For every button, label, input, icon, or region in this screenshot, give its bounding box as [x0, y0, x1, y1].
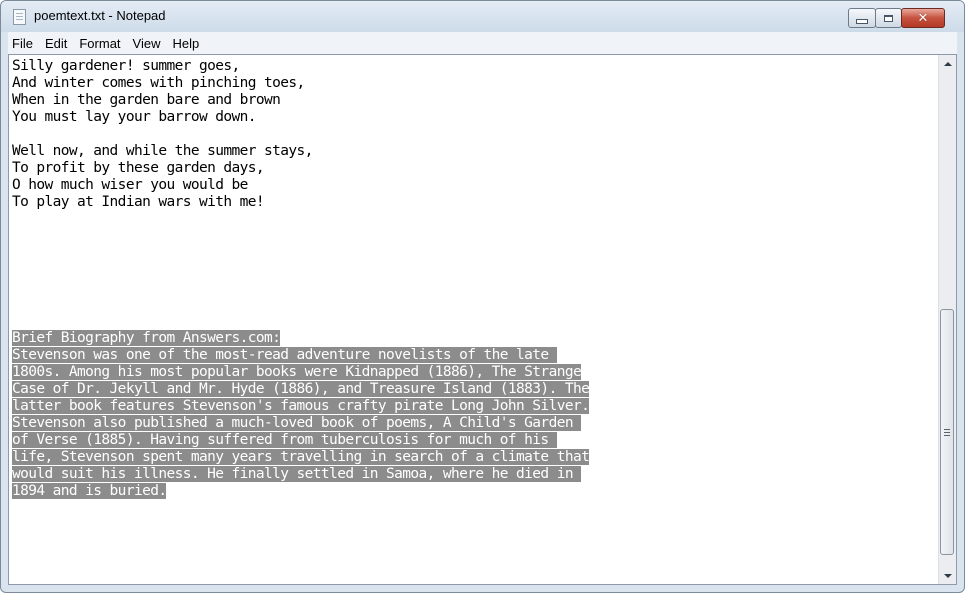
text-line	[12, 211, 939, 228]
line-text: And winter comes with pinching toes,	[12, 75, 305, 91]
menu-view[interactable]: View	[127, 36, 167, 51]
scroll-up-arrow-icon	[943, 61, 952, 66]
close-icon: ✕	[917, 10, 929, 26]
text-line: Stevenson was one of the most-read adven…	[12, 347, 939, 364]
notepad-window: poemtext.txt - Notepad ✕ File Edit Forma…	[0, 0, 965, 593]
menu-file[interactable]: File	[8, 36, 39, 51]
text-line	[12, 126, 939, 143]
vertical-scrollbar[interactable]	[938, 55, 956, 584]
text-line	[12, 313, 939, 330]
text-line	[12, 262, 939, 279]
selected-text: Stevenson was one of the most-read adven…	[12, 347, 557, 363]
selected-text: Stevenson also published a much-loved bo…	[12, 415, 582, 431]
text-line: 1800s. Among his most popular books were…	[12, 364, 939, 381]
close-button[interactable]: ✕	[901, 8, 945, 28]
line-text: When in the garden bare and brown	[12, 92, 281, 108]
maximize-icon	[884, 14, 893, 22]
line-text: O how much wiser you would be	[12, 177, 248, 193]
text-line: To profit by these garden days,	[12, 160, 939, 177]
line-text: Well now, and while the summer stays,	[12, 143, 313, 159]
scroll-down-button[interactable]	[939, 567, 956, 584]
menu-bar: File Edit Format View Help	[8, 32, 957, 54]
selected-text: latter book features Stevenson's famous …	[12, 398, 590, 414]
minimize-button[interactable]	[848, 8, 876, 28]
text-line: Case of Dr. Jekyll and Mr. Hyde (1886), …	[12, 381, 939, 398]
text-line: 1894 and is buried.	[12, 483, 939, 500]
text-line: And winter comes with pinching toes,	[12, 75, 939, 92]
text-line: When in the garden bare and brown	[12, 92, 939, 109]
text-line: Silly gardener! summer goes,	[12, 58, 939, 75]
selected-text: 1800s. Among his most popular books were…	[12, 364, 582, 380]
scroll-down-arrow-icon	[943, 573, 952, 578]
text-line: Well now, and while the summer stays,	[12, 143, 939, 160]
selected-text: 1894 and is buried.	[12, 483, 167, 499]
text-editor[interactable]: Silly gardener! summer goes, And winter c…	[9, 55, 939, 584]
text-line: Stevenson also published a much-loved bo…	[12, 415, 939, 432]
text-line: of Verse (1885). Having suffered from tu…	[12, 432, 939, 449]
text-line	[12, 279, 939, 296]
line-text: You must lay your barrow down.	[12, 109, 257, 125]
minimize-icon	[856, 18, 868, 24]
selected-text: of Verse (1885). Having suffered from tu…	[12, 432, 557, 448]
text-line: You must lay your barrow down.	[12, 109, 939, 126]
selected-text: Case of Dr. Jekyll and Mr. Hyde (1886), …	[12, 381, 590, 397]
scroll-up-button[interactable]	[939, 55, 956, 72]
selected-text: Brief Biography from Answers.com:	[12, 330, 281, 346]
text-line: O how much wiser you would be	[12, 177, 939, 194]
line-text: To play at Indian wars with me!	[12, 194, 265, 210]
text-line: life, Stevenson spent many years travell…	[12, 449, 939, 466]
text-line	[12, 296, 939, 313]
text-line	[12, 228, 939, 245]
menu-format[interactable]: Format	[73, 36, 126, 51]
selected-text: life, Stevenson spent many years travell…	[12, 449, 590, 465]
menu-help[interactable]: Help	[166, 36, 205, 51]
menu-edit[interactable]: Edit	[39, 36, 73, 51]
line-text: To profit by these garden days,	[12, 160, 265, 176]
text-line: To play at Indian wars with me!	[12, 194, 939, 211]
text-line: latter book features Stevenson's famous …	[12, 398, 939, 415]
text-line: Brief Biography from Answers.com:	[12, 330, 939, 347]
maximize-button[interactable]	[875, 8, 902, 28]
title-bar[interactable]: poemtext.txt - Notepad ✕	[1, 1, 964, 32]
text-line: would suit his illness. He finally settl…	[12, 466, 939, 483]
window-title: poemtext.txt - Notepad	[34, 8, 166, 23]
line-text: Silly gardener! summer goes,	[12, 58, 240, 74]
editor-pane: Silly gardener! summer goes, And winter c…	[8, 54, 957, 585]
selected-text: would suit his illness. He finally settl…	[12, 466, 582, 482]
text-line	[12, 245, 939, 262]
notepad-icon	[13, 9, 26, 25]
scroll-grip-icon	[944, 428, 950, 436]
scroll-thumb[interactable]	[940, 309, 954, 555]
